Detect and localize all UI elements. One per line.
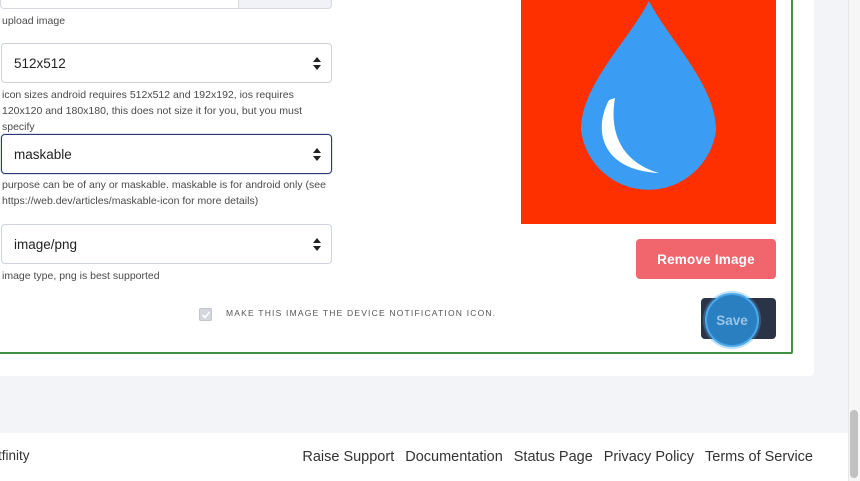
remove-image-button[interactable]: Remove Image — [636, 239, 776, 279]
select-arrows-icon — [313, 148, 321, 162]
type-select[interactable]: image/png — [1, 224, 332, 264]
footer-link-privacy-policy[interactable]: Privacy Policy — [604, 449, 694, 465]
size-select[interactable]: 512x512 — [1, 43, 332, 83]
footer-link-terms-of-service[interactable]: Terms of Service — [705, 449, 813, 465]
notification-icon-checkbox[interactable] — [199, 308, 212, 321]
icon-preview — [521, 0, 776, 224]
size-select-value: 512x512 — [14, 55, 66, 71]
save-button[interactable]: Save — [705, 293, 759, 347]
select-arrows-icon — [313, 57, 321, 71]
footer-links: Raise Support Documentation Status Page … — [302, 449, 813, 465]
purpose-help-text: purpose can be of any or maskable. maska… — [2, 179, 326, 207]
water-drop-icon — [581, 1, 716, 190]
purpose-select[interactable]: maskable — [1, 134, 332, 174]
type-help-text: image type, png is best supported — [2, 270, 160, 282]
footer-link-status-page[interactable]: Status Page — [514, 449, 593, 465]
size-help-text: icon sizes android requires 512x512 and … — [2, 89, 303, 133]
check-icon — [201, 311, 211, 319]
page-scrollbar[interactable] — [848, 0, 860, 481]
purpose-select-value: maskable — [14, 146, 72, 162]
upload-browse-button[interactable] — [238, 0, 332, 9]
notification-icon-label: MAKE THIS IMAGE THE DEVICE NOTIFICATION … — [226, 308, 497, 318]
footer-brand: tfinity — [0, 448, 30, 463]
footer-link-raise-support[interactable]: Raise Support — [302, 449, 394, 465]
page-scrollbar-thumb[interactable] — [850, 410, 858, 478]
footer-link-documentation[interactable]: Documentation — [405, 449, 503, 465]
upload-help-text: upload image — [2, 15, 66, 27]
select-arrows-icon — [313, 238, 321, 252]
type-select-value: image/png — [14, 236, 78, 252]
